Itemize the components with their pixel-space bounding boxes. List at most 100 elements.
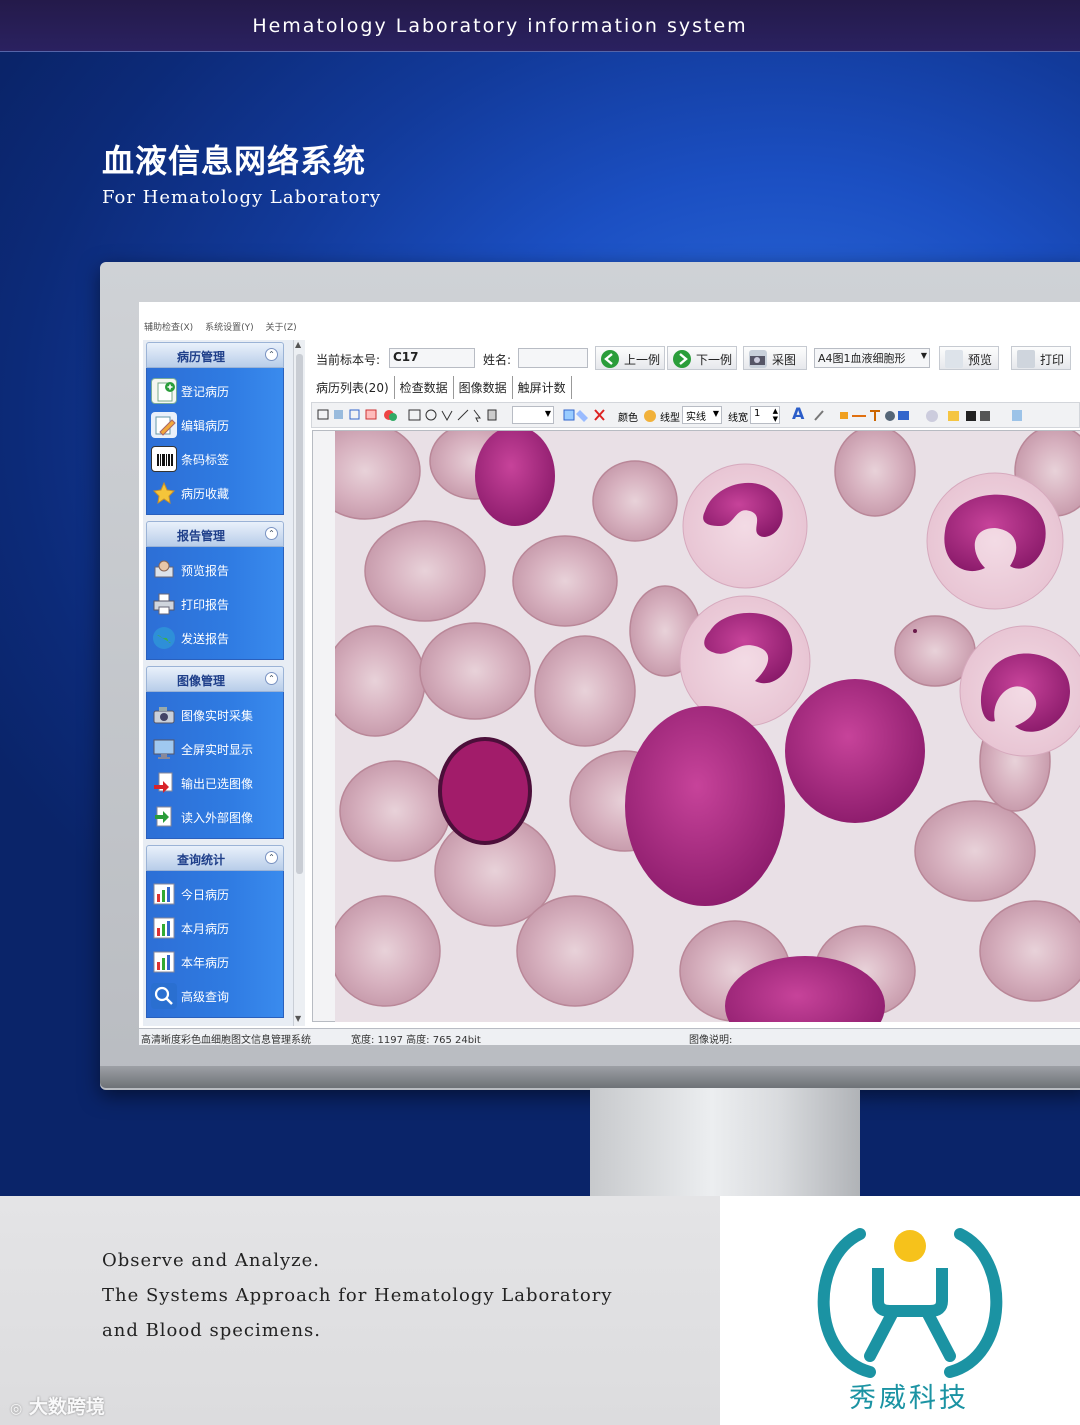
- linewidth-stepper[interactable]: 1 ▲ ▼: [750, 406, 780, 424]
- star-icon: [151, 480, 177, 506]
- next-case-button[interactable]: 下一例: [667, 346, 737, 370]
- sidebar-item-label: 高级查询: [181, 990, 230, 1004]
- barcode-icon: [151, 446, 177, 472]
- stepper-arrows-icon[interactable]: ▲ ▼: [773, 407, 778, 423]
- sidebar-item-label: 今日病历: [181, 888, 230, 902]
- chevron-down-icon[interactable]: ▼: [713, 409, 719, 418]
- specimen-label: 当前标本号:: [316, 353, 381, 367]
- chevron-down-icon[interactable]: ▼: [921, 351, 927, 360]
- camera-icon: [749, 350, 767, 368]
- next-case-label: 下一例: [696, 353, 733, 367]
- scroll-down-icon[interactable]: ▼: [295, 1014, 301, 1023]
- arrow-right-icon: [673, 350, 691, 368]
- edit-document-icon: [151, 412, 177, 438]
- select-tools-icon[interactable]: [316, 408, 402, 422]
- print-button[interactable]: 打印: [1011, 346, 1071, 370]
- sidebar-item-send-report[interactable]: 发送报告: [147, 621, 283, 655]
- sidebar-item-year-cases[interactable]: 本年病历: [147, 945, 283, 979]
- sidebar-item-import-images[interactable]: 读入外部图像: [147, 800, 283, 834]
- tab-case-list[interactable]: 病历列表(20): [311, 376, 395, 399]
- blood-smear-image[interactable]: [335, 431, 1080, 1022]
- image-viewer[interactable]: [312, 430, 1080, 1022]
- tab-bar: 病历列表(20) 检查数据 图像数据 触屏计数: [311, 376, 1080, 399]
- tab-exam-data[interactable]: 检查数据: [395, 376, 454, 399]
- top-title-bar: Hematology Laboratory information system: [0, 0, 1080, 52]
- search-icon: [151, 983, 177, 1009]
- bar-chart-icon: [151, 881, 177, 907]
- footer: Observe and Analyze. The Systems Approac…: [0, 1196, 720, 1425]
- menu-system-settings[interactable]: 系统设置(Y): [205, 323, 254, 333]
- arrow-left-icon: [601, 350, 619, 368]
- sidebar-item-advanced-query[interactable]: 高级查询: [147, 979, 283, 1013]
- monitor-bezel-bottom: [100, 1066, 1080, 1088]
- scroll-up-icon[interactable]: ▲: [295, 340, 301, 349]
- specimen-number-field[interactable]: C17: [389, 348, 475, 368]
- capture-button[interactable]: 采图: [743, 346, 807, 370]
- print-label: 打印: [1040, 353, 1065, 367]
- panel-title: 查询统计: [177, 853, 226, 867]
- font-icon[interactable]: A: [792, 404, 804, 423]
- shape-tools-icon[interactable]: [406, 408, 506, 422]
- sidebar-item-fullscreen-display[interactable]: 全屏实时显示: [147, 732, 283, 766]
- sidebar-item-live-capture[interactable]: 图像实时采集: [147, 698, 283, 732]
- tab-touch-count[interactable]: 触屏计数: [513, 376, 572, 399]
- sidebar-item-month-cases[interactable]: 本月病历: [147, 911, 283, 945]
- sidebar-item-export-images[interactable]: 输出已选图像: [147, 766, 283, 800]
- tab-image-data[interactable]: 图像数据: [454, 376, 513, 399]
- tagline-line-1: Observe and Analyze.: [102, 1250, 320, 1271]
- linetype-label: 线型: [660, 413, 680, 424]
- template-select-value: A4图1血液细胞形: [818, 352, 906, 365]
- collapse-icon[interactable]: ⌃: [265, 527, 278, 540]
- collapse-icon[interactable]: ⌃: [265, 851, 278, 864]
- menu-about[interactable]: 关于(Z): [265, 323, 296, 333]
- sidebar-item-favorite-case[interactable]: 病历收藏: [147, 476, 283, 510]
- sidebar-item-preview-report[interactable]: 预览报告: [147, 553, 283, 587]
- chevron-down-icon[interactable]: ▼: [545, 409, 551, 418]
- panel-body: 预览报告 打印报告 发送报告: [146, 547, 284, 660]
- watermark-text: 大数跨境: [28, 1396, 105, 1418]
- panel-body: 登记病历 编辑病历 条码标签 病历收藏: [146, 368, 284, 515]
- globe-icon: [151, 625, 177, 651]
- linetype-value: 实线: [686, 412, 706, 423]
- palette-icon[interactable]: [642, 408, 658, 422]
- preview-label: 预览: [968, 353, 993, 367]
- capture-label: 采图: [772, 353, 797, 367]
- sidebar-item-today-cases[interactable]: 今日病历: [147, 877, 283, 911]
- sidebar-item-barcode-label[interactable]: 条码标签: [147, 442, 283, 476]
- sidebar-item-print-report[interactable]: 打印报告: [147, 587, 283, 621]
- collapse-icon[interactable]: ⌃: [265, 348, 278, 361]
- sidebar-scrollbar[interactable]: ▲ ▼: [293, 340, 305, 1026]
- bar-chart-icon: [151, 949, 177, 975]
- prev-case-label: 上一例: [624, 353, 661, 367]
- panel-header[interactable]: 查询统计 ⌃: [146, 845, 284, 871]
- sidebar-item-label: 全屏实时显示: [181, 743, 254, 757]
- collapse-icon[interactable]: ⌃: [265, 672, 278, 685]
- preview-icon: [151, 557, 177, 583]
- sidebar-item-label: 条码标签: [181, 453, 230, 467]
- tool-select[interactable]: ▼: [512, 406, 554, 424]
- drawing-toolbar: ▼ 颜色 线型 实线 ▼ 线宽 1 ▲ ▼ A: [311, 402, 1080, 428]
- panel-header[interactable]: 报告管理 ⌃: [146, 521, 284, 547]
- crop-erase-icons[interactable]: [562, 408, 614, 422]
- prev-case-button[interactable]: 上一例: [595, 346, 665, 370]
- sidebar-item-edit-case[interactable]: 编辑病历: [147, 408, 283, 442]
- linewidth-label: 线宽: [728, 413, 748, 424]
- sidebar-item-label: 输出已选图像: [181, 777, 254, 791]
- panel-query-statistics: 查询统计 ⌃ 今日病历 本月病历 本年病历 高级查询: [146, 845, 284, 1018]
- linewidth-value: 1: [754, 408, 761, 419]
- patient-name-field[interactable]: [518, 348, 588, 368]
- panel-header[interactable]: 病历管理 ⌃: [146, 342, 284, 368]
- template-select[interactable]: A4图1血液细胞形 ▼: [814, 348, 930, 368]
- sidebar-item-label: 本年病历: [181, 956, 230, 970]
- chinese-title: 血液信息网络系统: [102, 142, 367, 180]
- linetype-select[interactable]: 实线 ▼: [682, 406, 722, 424]
- app-window: 辅助检查(X) 系统设置(Y) 关于(Z) 病历管理 ⌃ 登记病历 编辑病历 条…: [139, 302, 1080, 1045]
- status-bar: 高清晰度彩色血细胞图文信息管理系统 宽度: 1197 高度: 765 24bit…: [139, 1028, 1080, 1045]
- panel-report-management: 报告管理 ⌃ 预览报告 打印报告 发送报告: [146, 521, 284, 660]
- sidebar-item-register-case[interactable]: 登记病历: [147, 374, 283, 408]
- scrollbar-thumb[interactable]: [296, 354, 303, 874]
- annotation-tools-icons[interactable]: [812, 408, 1042, 422]
- panel-header[interactable]: 图像管理 ⌃: [146, 666, 284, 692]
- preview-button[interactable]: 预览: [939, 346, 999, 370]
- menu-aux-exam[interactable]: 辅助检查(X): [144, 323, 193, 333]
